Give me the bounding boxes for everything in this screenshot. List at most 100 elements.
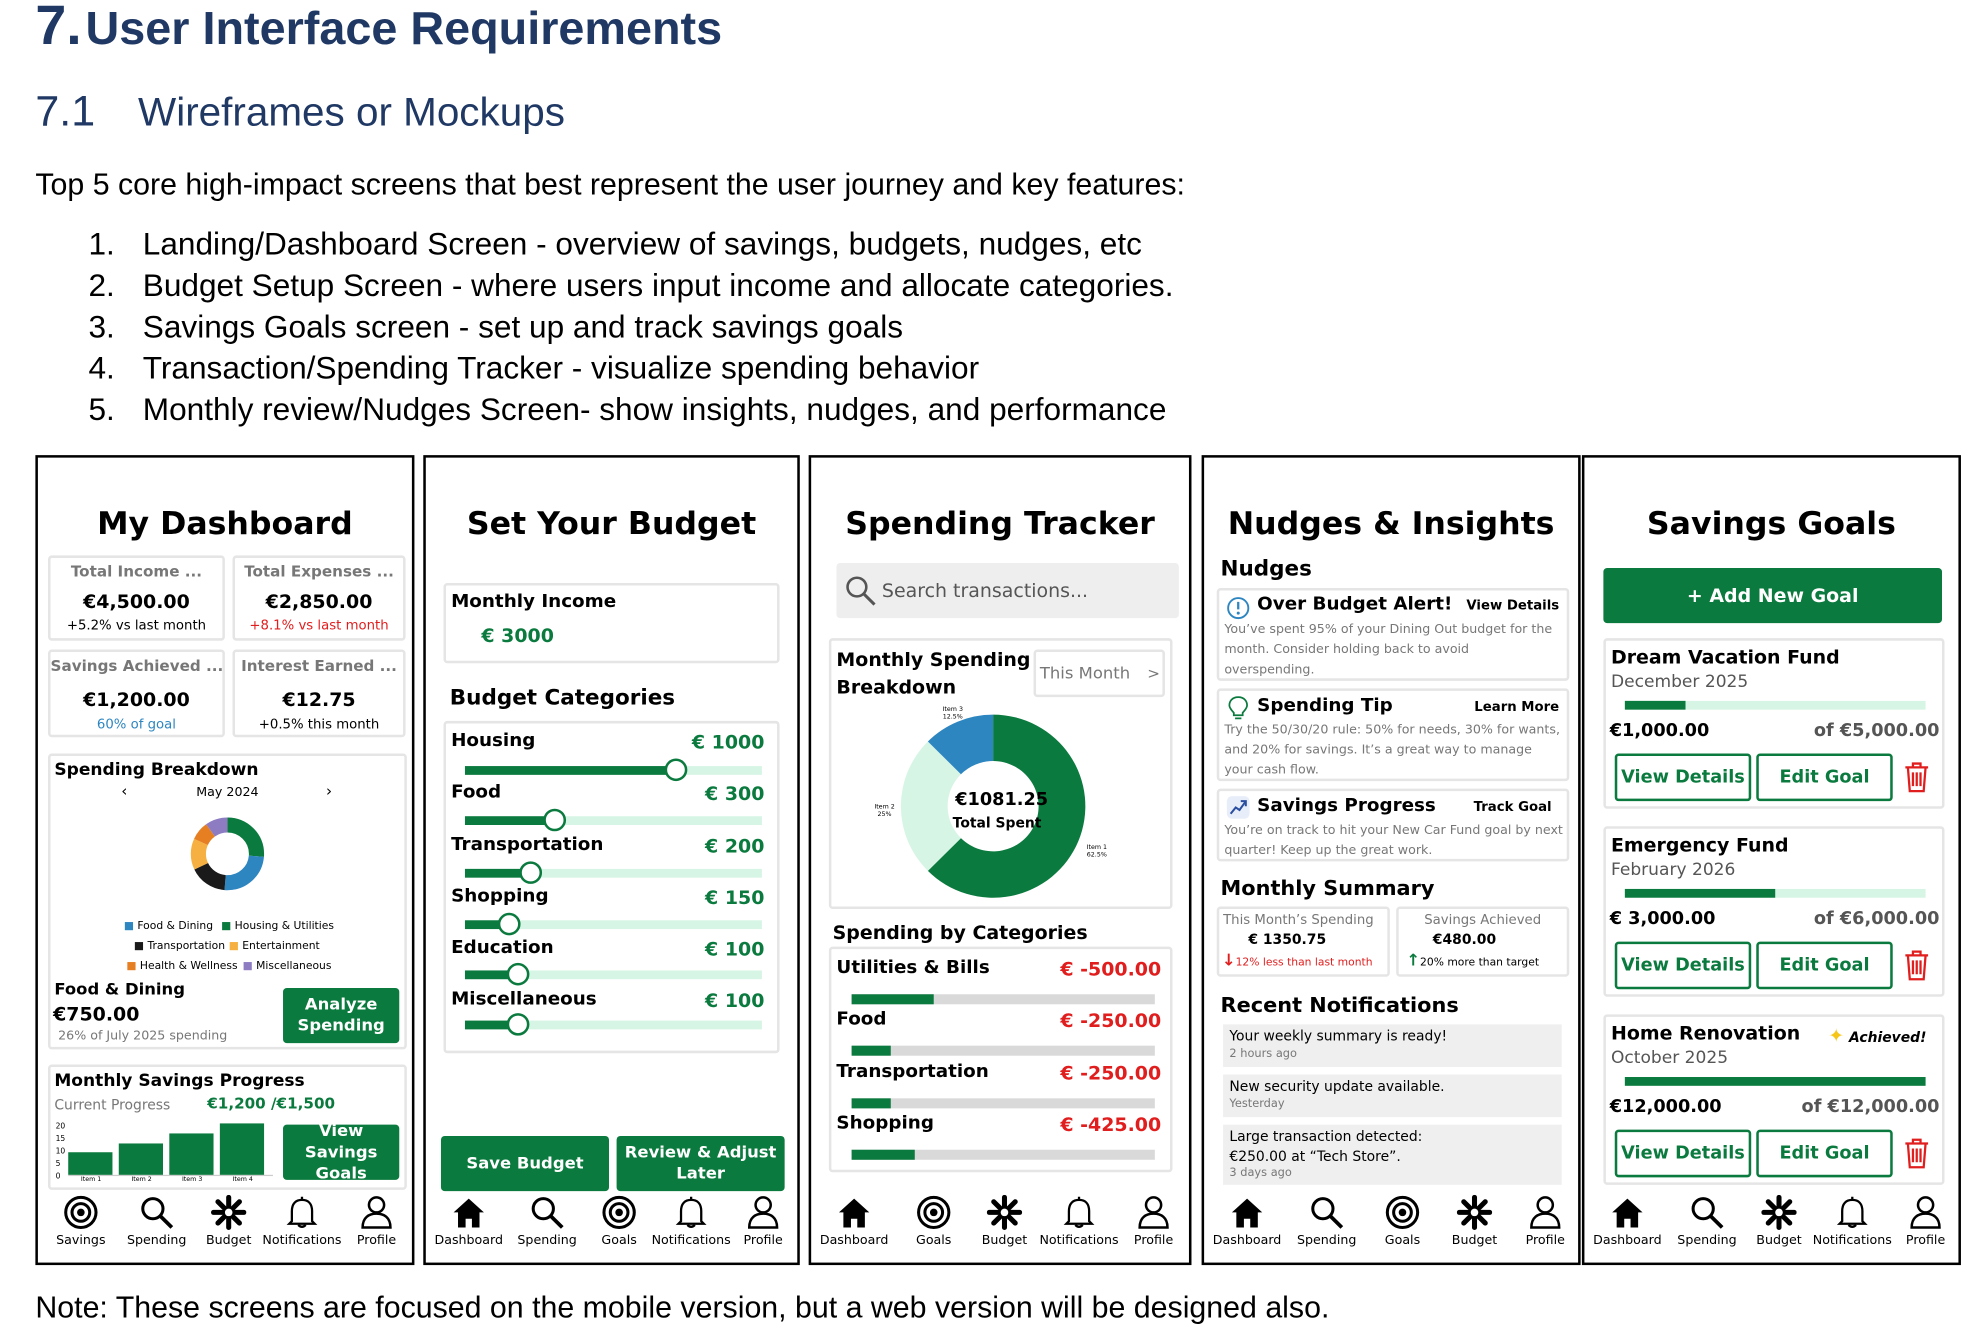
slice-label: Item 2 <box>874 803 895 812</box>
bottom-nav: Savings Spending Budget Notifications Pr… <box>38 1194 412 1253</box>
trash-icon[interactable] <box>1903 761 1931 794</box>
stat-value: €12.75 <box>282 688 356 711</box>
stat-card-income: Total Income ... €4,500.00 +5.2% vs last… <box>48 555 225 641</box>
goal-target: of €12,000.00 <box>1801 1097 1940 1118</box>
nudge-card: Savings Progress Track Goal You’re on tr… <box>1216 788 1570 862</box>
screen-title: Nudges & Insights <box>1227 505 1555 542</box>
list-text: Transaction/Spending Tracker - visualize… <box>142 351 980 387</box>
legend-item: ■ Entertainment <box>228 940 320 953</box>
nav-profile[interactable]: Profile <box>719 1195 797 1248</box>
monthly-income-card[interactable]: Monthly Income € 3000 <box>443 583 780 664</box>
bell-icon <box>675 1196 707 1228</box>
list-number: 5. <box>88 392 115 428</box>
slider-handle[interactable] <box>664 758 688 782</box>
nudge-title: Spending Tip <box>1257 695 1393 716</box>
view-details-link[interactable]: View Details <box>1466 598 1559 613</box>
intro-paragraph: Top 5 core high-impact screens that best… <box>35 168 1185 202</box>
category-name: Transportation <box>451 835 604 856</box>
review-later-button[interactable]: Review & Adjust Later <box>616 1135 785 1192</box>
spend-bar-fill <box>851 1045 892 1056</box>
nav-dashboard[interactable]: Dashboard <box>1204 1195 1291 1248</box>
nav-profile[interactable]: Profile <box>1501 1195 1578 1248</box>
goal-progress-fill <box>1624 700 1685 710</box>
view-details-button[interactable]: View Details <box>1614 941 1752 990</box>
nav-dashboard[interactable]: Dashboard <box>426 1195 513 1248</box>
spend-bar <box>851 1045 1155 1056</box>
slice-label: Item 3 <box>942 705 963 714</box>
track-goal-link[interactable]: Track Goal <box>1474 800 1552 815</box>
spending-breakdown-card: Monthly Spending Breakdown This Month > … <box>828 638 1173 910</box>
badge-text: Achieved! <box>1849 1029 1927 1046</box>
notification-time: 2 hours ago <box>1229 1048 1297 1061</box>
goal-card: Dream Vacation Fund December 2025 €1,000… <box>1603 638 1945 809</box>
list-number: 1. <box>88 226 115 263</box>
nav-label: Dashboard <box>434 1233 504 1248</box>
edit-goal-button[interactable]: Edit Goal <box>1756 1129 1893 1178</box>
goal-card: Home Renovation ✦ Achieved! October 2025… <box>1603 1014 1945 1185</box>
budget-slider[interactable] <box>464 861 762 884</box>
budget-slider[interactable] <box>464 758 762 782</box>
edit-goal-button[interactable]: Edit Goal <box>1756 941 1893 990</box>
analyze-spending-button[interactable]: Analyze Spending <box>283 987 400 1044</box>
slider-handle[interactable] <box>507 962 530 986</box>
income-value[interactable]: € 3000 <box>481 624 554 647</box>
search-input[interactable]: Search transactions... <box>882 579 1088 602</box>
stat-card-expenses: Total Expenses ... €2,850.00 +8.1% vs la… <box>232 555 406 641</box>
legend-item: ■ Health & Wellness <box>126 960 238 973</box>
progress-label: Current Progress <box>54 1097 171 1114</box>
add-new-goal-button[interactable]: + Add New Goal <box>1603 567 1942 624</box>
bell-icon <box>1836 1196 1868 1228</box>
sparkle-icon: ✦ <box>1828 1024 1845 1047</box>
category-amount: € 100 <box>705 937 765 961</box>
savings-bar <box>118 1143 163 1175</box>
section-heading: 7. User Interface Requirements <box>35 0 722 58</box>
learn-more-link[interactable]: Learn More <box>1474 700 1559 715</box>
nav-profile[interactable]: Profile <box>332 1195 412 1248</box>
spending-donut <box>190 817 265 891</box>
view-details-button[interactable]: View Details <box>1614 753 1752 802</box>
trash-icon[interactable] <box>1903 949 1931 982</box>
screen-title: Spending Tracker <box>845 505 1155 542</box>
savings-bar <box>169 1133 214 1175</box>
search-bar[interactable]: Search transactions... <box>836 562 1179 619</box>
screen-list: 1. Landing/Dashboard Screen - overview of… <box>88 227 1173 434</box>
nav-profile[interactable]: Profile <box>1109 1195 1189 1248</box>
notification-item[interactable]: Large transaction detected: €250.00 at “… <box>1223 1124 1562 1185</box>
notification-item[interactable]: New security update available. Yesterday <box>1223 1074 1562 1118</box>
budget-slider[interactable] <box>464 1013 762 1036</box>
save-budget-button[interactable]: Save Budget <box>440 1135 610 1192</box>
trash-icon[interactable] <box>1903 1137 1931 1170</box>
summary-card: This Month’s Spending € 1350.75 ↓12% les… <box>1216 906 1390 977</box>
arrow-up-icon: ↑ <box>1406 951 1421 971</box>
list-text: Budget Setup Screen - where users input … <box>142 268 1174 304</box>
bottom-nav: Dashboard Spending Goals Notifications P… <box>426 1195 797 1253</box>
category-amount: € -500.00 <box>1060 957 1162 981</box>
nav-profile[interactable]: Profile <box>1881 1195 1958 1248</box>
stat-value: €1,200.00 <box>83 688 190 711</box>
notification-item[interactable]: Your weekly summary is ready! 2 hours ag… <box>1223 1024 1562 1067</box>
section-title: User Interface Requirements <box>85 2 723 54</box>
home-icon <box>1231 1198 1263 1228</box>
goal-saved: € 3,000.00 <box>1609 909 1716 930</box>
slider-handle[interactable] <box>518 861 542 884</box>
slider-handle[interactable] <box>542 808 566 832</box>
next-month-button[interactable]: › <box>326 782 332 800</box>
legend-item: ■ Food & Dining <box>123 920 214 933</box>
budget-slider[interactable] <box>464 808 762 832</box>
bar-label: Item 2 <box>131 1176 152 1184</box>
nav-dashboard[interactable]: Dashboard <box>1584 1195 1671 1248</box>
progress-value: €1,200 /€1,500 <box>207 1094 336 1113</box>
view-details-button[interactable]: View Details <box>1614 1129 1752 1178</box>
slider-handle[interactable] <box>498 912 521 936</box>
nav-dashboard[interactable]: Dashboard <box>811 1195 898 1248</box>
period-selector[interactable]: This Month > <box>1033 649 1165 698</box>
slider-handle[interactable] <box>507 1013 530 1036</box>
view-savings-goals-button[interactable]: View Savings Goals <box>283 1122 400 1183</box>
screen-title: Set Your Budget <box>466 505 757 542</box>
goal-target: of €5,000.00 <box>1813 720 1940 741</box>
edit-goal-button[interactable]: Edit Goal <box>1756 753 1893 802</box>
budget-slider[interactable] <box>464 912 762 936</box>
budget-slider[interactable] <box>464 962 762 986</box>
search-icon <box>531 1197 564 1229</box>
target-icon <box>917 1195 951 1229</box>
